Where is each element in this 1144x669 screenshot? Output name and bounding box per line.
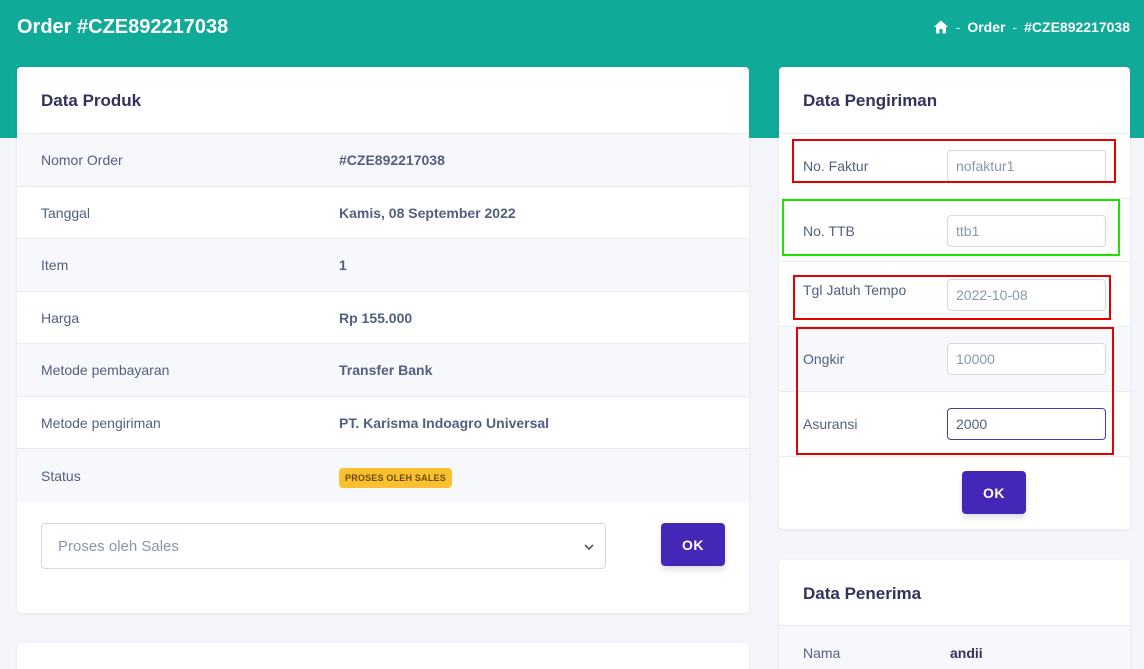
row-label: Status <box>41 467 81 484</box>
due-date-input[interactable] <box>947 279 1106 311</box>
due-date-row: Tgl Jatuh Tempo <box>779 261 1130 326</box>
due-date-label: Tgl Jatuh Tempo <box>803 282 907 298</box>
breadcrumb-separator: - <box>955 19 961 35</box>
recipient-name-value: andii <box>950 645 983 661</box>
home-icon[interactable] <box>933 19 949 35</box>
invoice-number-label: No. Faktur <box>803 158 869 174</box>
recipient-row: Nama andii <box>779 625 1130 669</box>
product-card-title: Data Produk <box>41 91 142 110</box>
shipping-cost-row: Ongkir <box>779 326 1130 391</box>
breadcrumb: - Order - #CZE892217038 <box>933 19 1130 35</box>
invoice-number-row: No. Faktur <box>779 133 1130 198</box>
row-label: Harga <box>41 310 80 326</box>
invoice-number-input[interactable] <box>947 150 1106 182</box>
row-label: Tanggal <box>41 205 91 221</box>
product-row: Harga Rp 155.000 <box>17 291 749 344</box>
status-badge: PROSES OLEH SALES <box>339 467 452 488</box>
product-row: Metode pengiriman PT. Karisma Indoagro U… <box>17 396 749 449</box>
recipient-card-title: Data Penerima <box>803 584 922 603</box>
recipient-name-label: Nama <box>803 645 841 661</box>
breadcrumb-order-link[interactable]: Order <box>967 19 1005 35</box>
row-label: Item <box>41 257 69 273</box>
product-data-card: Data Produk Nomor Order #CZE892217038 Ta… <box>17 67 749 613</box>
status-select-value: Proses oleh Sales <box>58 537 179 555</box>
shipping-ok-button[interactable]: OK <box>962 471 1026 514</box>
row-label: Metode pengiriman <box>41 415 161 431</box>
product-row: Metode pembayaran Transfer Bank <box>17 343 749 396</box>
status-ok-button[interactable]: OK <box>661 523 725 566</box>
breadcrumb-separator: - <box>1012 19 1018 35</box>
product-row: Nomor Order #CZE892217038 <box>17 133 749 186</box>
product-row: Status PROSES OLEH SALES <box>17 448 749 502</box>
divider <box>779 456 1130 457</box>
row-label: Metode pembayaran <box>41 362 170 378</box>
ttb-number-label: No. TTB <box>803 223 855 239</box>
breadcrumb-current: #CZE892217038 <box>1024 19 1130 35</box>
row-value: Kamis, 08 September 2022 <box>339 205 516 221</box>
product-row: Item 1 <box>17 238 749 291</box>
secondary-card <box>17 643 749 669</box>
insurance-row: Asuransi <box>779 391 1130 456</box>
shipping-cost-label: Ongkir <box>803 351 845 367</box>
row-value: 1 <box>339 257 347 273</box>
row-value: Rp 155.000 <box>339 310 413 326</box>
shipping-data-card: Data Pengiriman No. Faktur No. TTB Tgl J… <box>779 67 1130 529</box>
row-value: Transfer Bank <box>339 362 433 378</box>
chevron-down-icon <box>583 540 595 552</box>
status-select[interactable]: Proses oleh Sales <box>41 523 606 569</box>
insurance-label: Asuransi <box>803 416 858 432</box>
ttb-number-row: No. TTB <box>779 198 1130 263</box>
recipient-data-card: Data Penerima Nama andii <box>779 560 1130 669</box>
page-title: Order #CZE892217038 <box>17 16 229 38</box>
status-badge-wrap: PROSES OLEH SALES <box>339 467 452 488</box>
shipping-cost-input[interactable] <box>947 343 1106 375</box>
product-row: Tanggal Kamis, 08 September 2022 <box>17 186 749 239</box>
ttb-number-input[interactable] <box>947 215 1106 247</box>
shipping-card-title: Data Pengiriman <box>803 91 938 110</box>
row-label: Nomor Order <box>41 152 123 168</box>
insurance-input[interactable] <box>947 408 1106 440</box>
row-value: PT. Karisma Indoagro Universal <box>339 415 550 431</box>
row-value: #CZE892217038 <box>339 152 445 168</box>
